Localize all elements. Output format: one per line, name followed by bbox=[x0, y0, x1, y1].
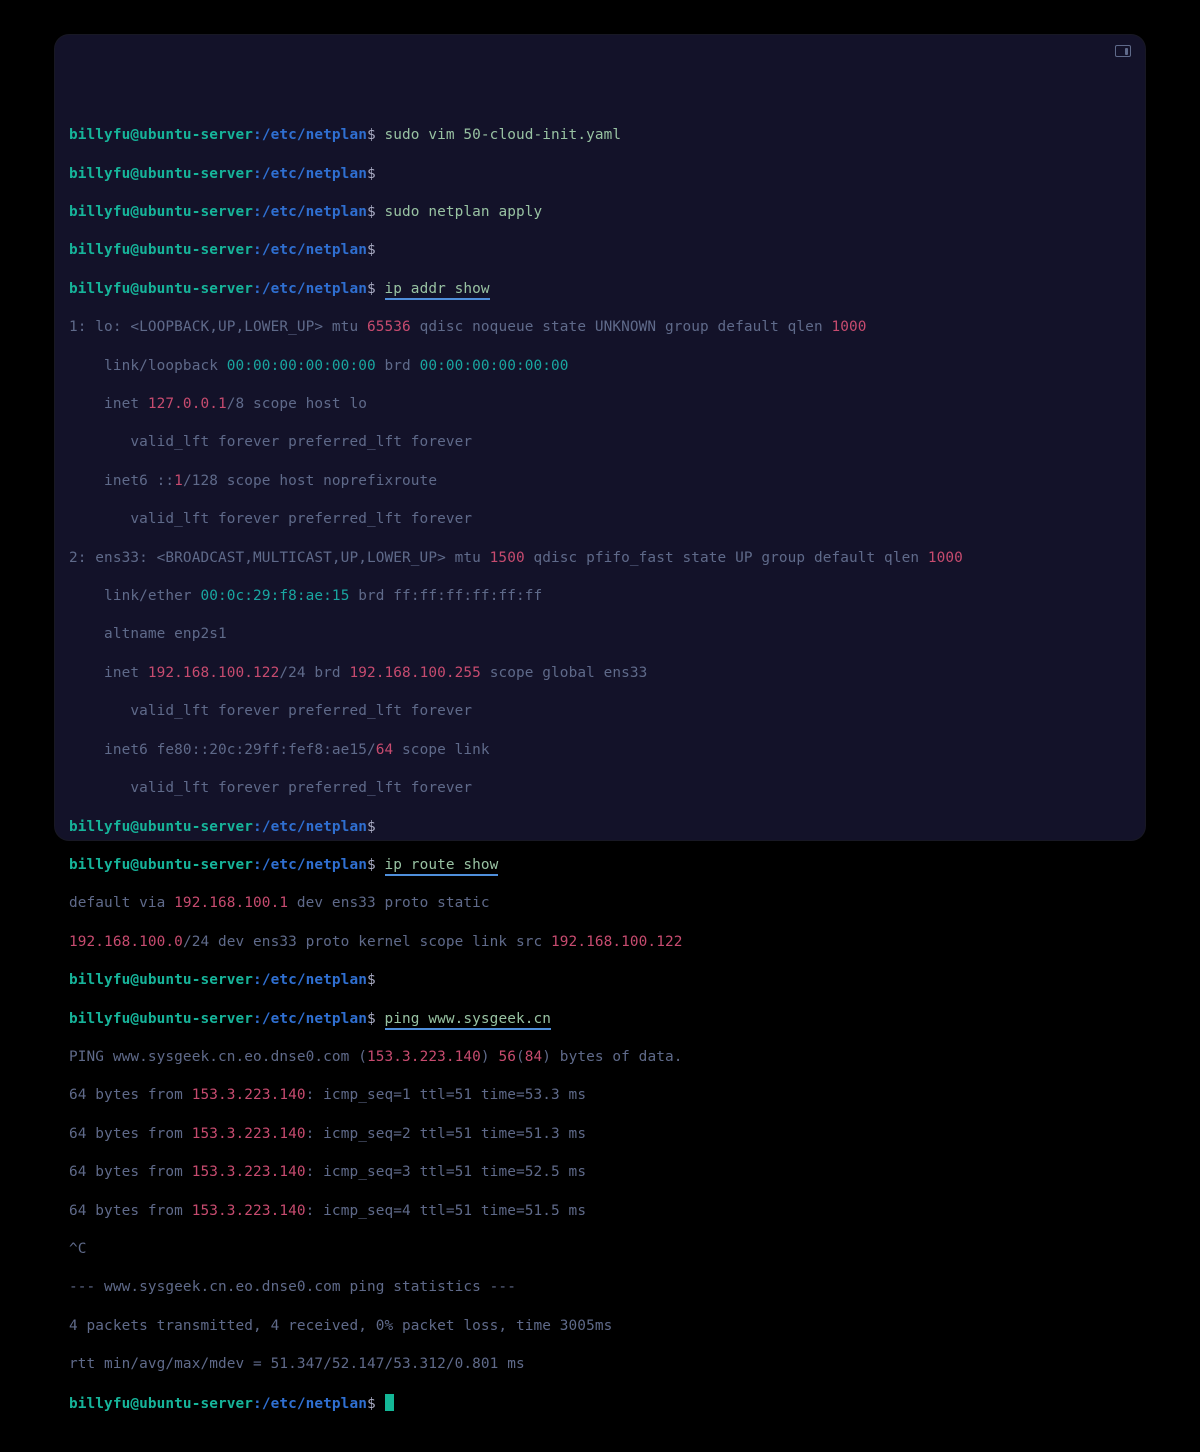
prompt-line: billyfu@ubuntu-server:/etc/netplan$ sudo… bbox=[69, 126, 1131, 145]
prompt-user: billyfu@ubuntu-server bbox=[69, 127, 253, 143]
output-line: 64 bytes from 153.3.223.140: icmp_seq=1 … bbox=[69, 1086, 1131, 1105]
terminal-output[interactable]: billyfu@ubuntu-server:/etc/netplan$ sudo… bbox=[55, 65, 1145, 1452]
highlighted-command: ping www.sysgeek.cn bbox=[385, 1011, 552, 1030]
terminal-window: billyfu@ubuntu-server:/etc/netplan$ sudo… bbox=[55, 35, 1145, 840]
command-text: sudo vim 50-cloud-init.yaml bbox=[376, 127, 621, 143]
output-line: inet 192.168.100.122/24 brd 192.168.100.… bbox=[69, 664, 1131, 683]
output-line: 64 bytes from 153.3.223.140: icmp_seq=4 … bbox=[69, 1202, 1131, 1221]
prompt-line: billyfu@ubuntu-server:/etc/netplan$ ping… bbox=[69, 1010, 1131, 1029]
output-line: link/ether 00:0c:29:f8:ae:15 brd ff:ff:f… bbox=[69, 587, 1131, 606]
prompt-line-active[interactable]: billyfu@ubuntu-server:/etc/netplan$ bbox=[69, 1394, 1131, 1414]
highlighted-command: ip route show bbox=[385, 857, 499, 876]
highlighted-command: ip addr show bbox=[385, 281, 490, 300]
output-line: inet 127.0.0.1/8 scope host lo bbox=[69, 395, 1131, 414]
output-line: ^C bbox=[69, 1240, 1131, 1259]
output-line: link/loopback 00:00:00:00:00:00 brd 00:0… bbox=[69, 357, 1131, 376]
output-line: default via 192.168.100.1 dev ens33 prot… bbox=[69, 894, 1131, 913]
prompt-line: billyfu@ubuntu-server:/etc/netplan$ bbox=[69, 971, 1131, 990]
prompt-dollar: $ bbox=[367, 127, 376, 143]
panel-right-icon[interactable] bbox=[1115, 45, 1131, 57]
output-line: --- www.sysgeek.cn.eo.dnse0.com ping sta… bbox=[69, 1278, 1131, 1297]
output-line: 64 bytes from 153.3.223.140: icmp_seq=3 … bbox=[69, 1163, 1131, 1182]
command-text: sudo netplan apply bbox=[376, 204, 543, 220]
output-line: 2: ens33: <BROADCAST,MULTICAST,UP,LOWER_… bbox=[69, 549, 1131, 568]
output-line: valid_lft forever preferred_lft forever bbox=[69, 779, 1131, 798]
output-line: valid_lft forever preferred_lft forever bbox=[69, 702, 1131, 721]
cursor-icon bbox=[385, 1394, 394, 1411]
prompt-line: billyfu@ubuntu-server:/etc/netplan$ bbox=[69, 241, 1131, 260]
prompt-sep: : bbox=[253, 127, 262, 143]
prompt-path: /etc/netplan bbox=[262, 127, 367, 143]
output-line: altname enp2s1 bbox=[69, 625, 1131, 644]
output-line: 1: lo: <LOOPBACK,UP,LOWER_UP> mtu 65536 … bbox=[69, 318, 1131, 337]
prompt-line: billyfu@ubuntu-server:/etc/netplan$ bbox=[69, 165, 1131, 184]
output-line: valid_lft forever preferred_lft forever bbox=[69, 510, 1131, 529]
prompt-line: billyfu@ubuntu-server:/etc/netplan$ bbox=[69, 818, 1131, 837]
output-line: inet6 fe80::20c:29ff:fef8:ae15/64 scope … bbox=[69, 741, 1131, 760]
prompt-line: billyfu@ubuntu-server:/etc/netplan$ sudo… bbox=[69, 203, 1131, 222]
output-line: 4 packets transmitted, 4 received, 0% pa… bbox=[69, 1317, 1131, 1336]
output-line: rtt min/avg/max/mdev = 51.347/52.147/53.… bbox=[69, 1355, 1131, 1374]
output-line: inet6 ::1/128 scope host noprefixroute bbox=[69, 472, 1131, 491]
output-line: 192.168.100.0/24 dev ens33 proto kernel … bbox=[69, 933, 1131, 952]
output-line: valid_lft forever preferred_lft forever bbox=[69, 433, 1131, 452]
prompt-line: billyfu@ubuntu-server:/etc/netplan$ ip a… bbox=[69, 280, 1131, 299]
output-line: PING www.sysgeek.cn.eo.dnse0.com (153.3.… bbox=[69, 1048, 1131, 1067]
titlebar bbox=[55, 35, 1145, 65]
prompt-line: billyfu@ubuntu-server:/etc/netplan$ ip r… bbox=[69, 856, 1131, 875]
output-line: 64 bytes from 153.3.223.140: icmp_seq=2 … bbox=[69, 1125, 1131, 1144]
